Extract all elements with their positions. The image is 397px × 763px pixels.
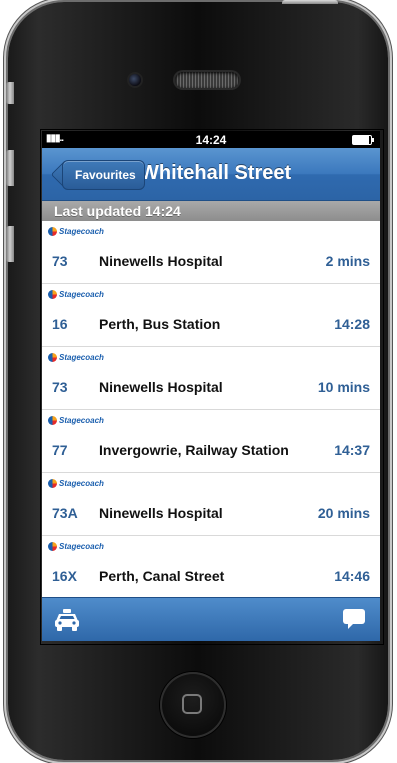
departure-row[interactable]: Stagecoach 73 Ninewells Hospital 2 mins [42,221,380,284]
operator-logo: Stagecoach [48,227,104,236]
departure-row[interactable]: Stagecoach 16 Perth, Bus Station 14:28 [42,284,380,347]
back-button-container: Favourites [50,148,150,200]
bottom-toolbar [42,597,380,641]
page-title: Whitehall Street [140,162,292,184]
operator-name: Stagecoach [59,227,104,236]
operator-name: Stagecoach [59,542,104,551]
destination: Perth, Bus Station [99,316,221,332]
volume-up-button [6,150,14,186]
route-number: 73 [52,379,68,395]
operator-name: Stagecoach [59,479,104,488]
stagecoach-logo-icon [48,227,57,236]
operator-logo: Stagecoach [48,542,104,551]
destination: Ninewells Hospital [99,253,223,269]
stagecoach-logo-icon [48,290,57,299]
stagecoach-logo-icon [48,353,57,362]
route-number: 77 [52,442,68,458]
home-button[interactable] [160,672,226,738]
destination: Ninewells Hospital [99,379,223,395]
operator-name: Stagecoach [59,290,104,299]
battery-icon [352,135,374,145]
stagecoach-logo-icon [48,479,57,488]
destination: Perth, Canal Street [99,568,225,584]
front-camera [129,74,141,86]
earpiece-speaker [175,72,239,88]
route-number: 73A [52,505,78,521]
route-number: 16X [52,568,77,584]
last-updated-header: Last updated 14:24 [42,201,380,221]
favourites-back-button[interactable]: Favourites [62,160,145,190]
route-number: 73 [52,253,68,269]
home-square-icon [182,694,202,714]
navigation-bar: Favourites Whitehall Street [42,148,380,201]
destination: Invergowrie, Railway Station [99,442,289,458]
status-bar: ▮▮▮.. 14:24 [42,131,380,148]
app-screen: ▮▮▮.. 14:24 Favourites Whitehall Street … [42,131,380,641]
due-time: 10 mins [317,379,370,395]
due-time: 14:46 [334,568,370,584]
due-time: 14:28 [334,316,370,332]
status-time: 14:24 [195,133,227,147]
taxi-icon[interactable] [54,608,80,632]
operator-logo: Stagecoach [48,353,104,362]
departure-row[interactable]: Stagecoach 73 Ninewells Hospital 10 mins [42,347,380,410]
due-time: 14:37 [334,442,370,458]
stagecoach-logo-icon [48,416,57,425]
sleep-button [282,0,338,4]
operator-logo: Stagecoach [48,416,104,425]
stagecoach-logo-icon [48,542,57,551]
destination: Ninewells Hospital [99,505,223,521]
departure-row[interactable]: Stagecoach 73A Ninewells Hospital 20 min… [42,473,380,536]
chat-bubble-icon[interactable] [342,608,366,630]
silent-switch [6,82,14,104]
route-number: 16 [52,316,68,332]
operator-logo: Stagecoach [48,479,104,488]
departure-row[interactable]: Stagecoach 77 Invergowrie, Railway Stati… [42,410,380,473]
departure-row[interactable]: Stagecoach 16X Perth, Canal Street 14:46 [42,536,380,597]
departures-list[interactable]: Stagecoach 73 Ninewells Hospital 2 mins … [42,221,380,597]
operator-name: Stagecoach [59,353,104,362]
due-time: 2 mins [325,253,370,269]
operator-logo: Stagecoach [48,290,104,299]
due-time: 20 mins [317,505,370,521]
volume-down-button [6,226,14,262]
operator-name: Stagecoach [59,416,104,425]
